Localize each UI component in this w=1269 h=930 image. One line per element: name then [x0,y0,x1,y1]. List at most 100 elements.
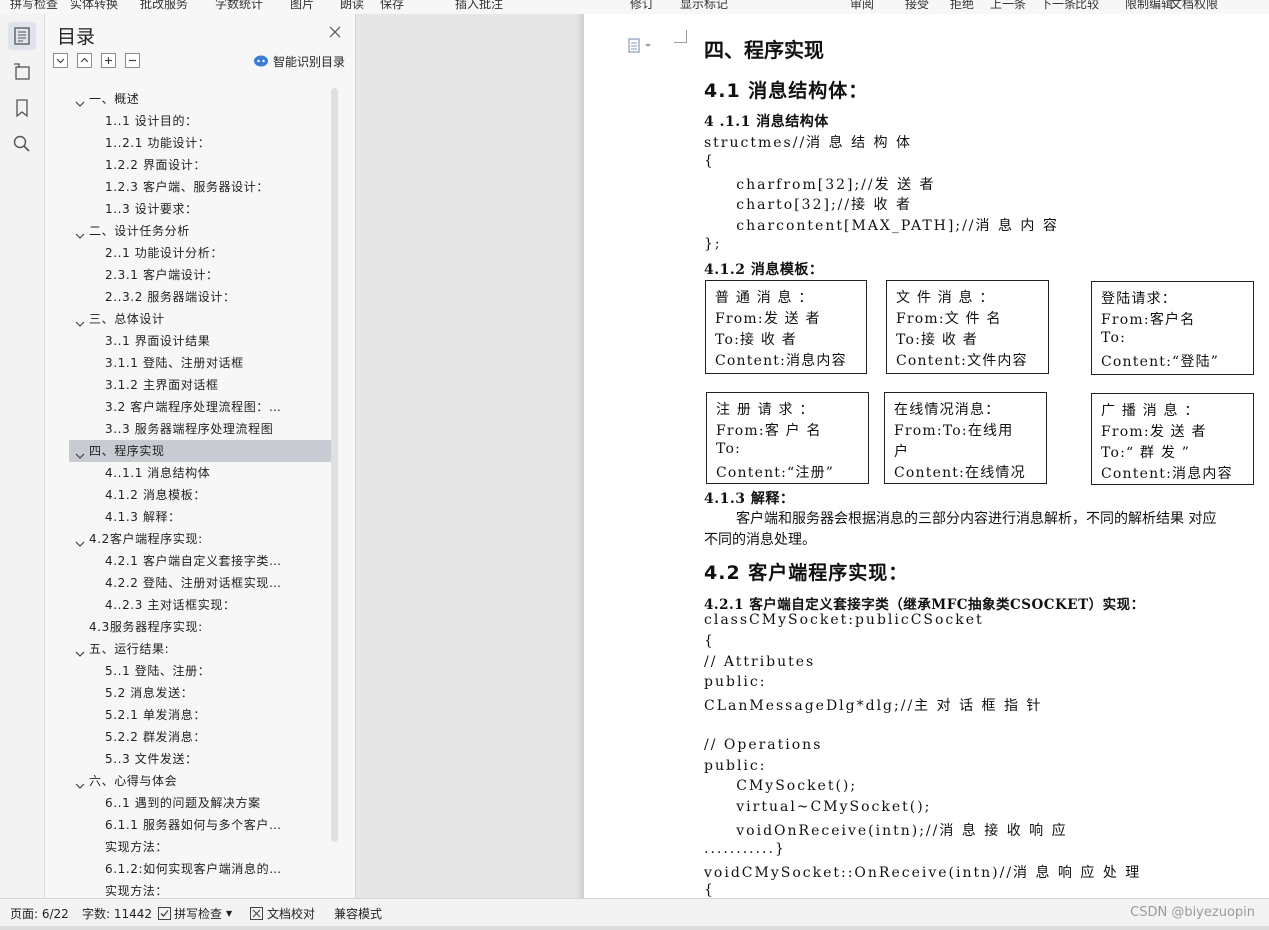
toc-item[interactable]: 6..1 遇到的问题及解决方案 [69,792,331,814]
smart-toc-button[interactable]: 智能识别目录 [253,52,345,70]
expand-icon[interactable] [77,53,92,68]
chevron-down-icon[interactable] [75,534,85,547]
toolbar-fragment[interactable]: 上一条 [990,0,1026,12]
word-count[interactable]: 字数: 11442 [82,905,152,922]
toc-item[interactable]: 4.2.1 客户端自定义套接字类… [69,550,331,572]
toc-item[interactable]: 4.1.3 解释： [69,506,331,528]
toc-item[interactable]: 4.2客户端程序实现: [69,528,331,550]
chevron-down-icon[interactable] [75,94,85,107]
toc-item-label: 4.2客户端程序实现: [89,532,203,546]
subheading-4-1-2: 4.1.2 消息模板： [704,262,824,278]
toc-item[interactable]: 1.2.2 界面设计： [69,154,331,176]
toc-item[interactable]: 2..1 功能设计分析： [69,242,331,264]
collapse-icon[interactable] [53,53,68,68]
plus-icon[interactable] [101,53,116,68]
toc-item-label: 4..2.3 主对话框实现： [105,598,236,612]
toc-item[interactable]: 5..1 登陆、注册： [69,660,331,682]
toolbar-fragment[interactable]: 比较 [1075,0,1099,12]
toolbar-fragment[interactable]: 接受 [905,0,929,12]
toc-item[interactable]: 5.2 消息发送： [69,682,331,704]
toc-item[interactable]: 4.1.2 消息模板： [69,484,331,506]
toc-item[interactable]: 五、运行结果: [69,638,331,660]
toc-item[interactable]: 一、概述 [69,88,331,110]
close-icon[interactable] [327,24,343,40]
toc-item[interactable]: 1..3 设计要求： [69,198,331,220]
box-line: Content:在线情况 [894,465,1026,481]
toolbar-fragment[interactable]: 审阅 [850,0,874,12]
toc-item[interactable]: 实现方法： [69,836,331,858]
search-icon[interactable] [8,130,36,158]
toc-item[interactable]: 3..3 服务器端程序处理流程图 [69,418,331,440]
chevron-down-icon[interactable] [75,226,85,239]
toc-icon[interactable] [8,22,36,50]
bookmark-icon[interactable] [8,94,36,122]
toc-item[interactable]: 3.2 客户端程序处理流程图：… [69,396,331,418]
code-line: public: [704,757,767,774]
toc-item[interactable]: 5.2.1 单发消息： [69,704,331,726]
toc-item[interactable]: 4..2.3 主对话框实现： [69,594,331,616]
spell-check-button[interactable]: 拼写检查 ▼ [158,905,232,922]
toc-item-label: 2.3.1 客户端设计： [105,268,219,282]
minus-icon[interactable] [125,53,140,68]
box-line: 户 [894,444,910,460]
toolbar-fragment[interactable]: 文档权限 [1170,0,1218,12]
outline-icon[interactable] [8,58,36,86]
toolbar-fragment[interactable]: 保存 [380,0,404,12]
doc-menu-icon[interactable] [628,38,656,54]
message-template-box: 登陆请求： From:客户名 To: Content:“登陆” [1091,281,1254,375]
toolbar-fragment[interactable]: 下一条 [1040,0,1076,12]
message-template-box: 注 册 请 求 ： From:客 户 名 To: Content:“注册” [706,392,869,484]
code-line: charfrom[32];//发 送 者 [704,176,936,193]
toc-item[interactable]: 二、设计任务分析 [69,220,331,242]
page-indicator[interactable]: 页面: 6/22 [10,905,69,922]
toolbar-fragment[interactable]: 拼写检查 [10,0,58,12]
toolbar-fragment[interactable]: 朗读 [340,0,364,12]
toolbar-fragment[interactable]: 实体转换 [70,0,118,12]
toc-item[interactable]: 3.1.2 主界面对话框 [69,374,331,396]
toolbar-fragment[interactable]: 显示标记 [680,0,728,12]
subheading-4-2-1: 4.2.1 客户端自定义套接字类（继承MFC抽象类CSOCKET）实现： [704,597,1145,613]
chevron-down-icon[interactable] [75,314,85,327]
toc-item[interactable]: 实现方法： [69,880,331,896]
toc-item[interactable]: 3.1.1 登陆、注册对话框 [69,352,331,374]
toc-item[interactable]: 6.1.2:如何实现客户端消息的… [69,858,331,880]
document-page: 四、程序实现 4.1 消息结构体： 4 .1.1 消息结构体 structmes… [584,14,1269,898]
box-line: From:To:在线用 [894,423,1014,439]
chevron-down-icon[interactable] [75,776,85,789]
toc-item[interactable]: 2..3.2 服务器端设计： [69,286,331,308]
box-line: To:“ 群 发 ” [1101,445,1191,461]
box-line: To: [1101,330,1126,346]
status-bar: 页面: 6/22 字数: 11442 拼写检查 ▼ 文档校对 兼容模式 CSDN… [0,898,1269,927]
toc-item[interactable]: 1..2.1 功能设计： [69,132,331,154]
toolbar-fragment[interactable]: 修订 [630,0,654,12]
toc-item[interactable]: 6.1.1 服务器如何与多个客户… [69,814,331,836]
toc-item[interactable]: 1..1 设计目的： [69,110,331,132]
toolbar-fragment[interactable]: 插入批注 [455,0,503,12]
toolbar-fragment[interactable]: 拒绝 [950,0,974,12]
toc-item[interactable]: 六、心得与体会 [69,770,331,792]
toc-item-label: 1..1 设计目的： [105,114,198,128]
toc-item[interactable]: 2.3.1 客户端设计： [69,264,331,286]
toc-item[interactable]: 1.2.3 客户端、服务器设计： [69,176,331,198]
proofread-label: 文档校对 [267,907,316,921]
toc-item[interactable]: 4.3服务器程序实现: [69,616,331,638]
toc-scrollbar[interactable] [331,88,338,842]
toolbar-fragment[interactable]: 批改服务 [140,0,188,12]
chevron-down-icon[interactable] [75,446,85,459]
toc-item[interactable]: 3..1 界面设计结果 [69,330,331,352]
toc-item-label: 3..1 界面设计结果 [105,334,211,348]
code-line: virtual~CMySocket(); [704,799,932,816]
toc-item[interactable]: 5.2.2 群发消息： [69,726,331,748]
toc-item[interactable]: 4.2.2 登陆、注册对话框实现… [69,572,331,594]
page-shadow [576,14,584,898]
toc-item[interactable]: 5..3 文件发送： [69,748,331,770]
toc-item[interactable]: 4..1.1 消息结构体 [69,462,331,484]
chevron-down-icon[interactable] [75,644,85,657]
toc-item[interactable]: 三、总体设计 [69,308,331,330]
toolbar-fragment[interactable]: 图片 [290,0,314,12]
toolbar-fragment[interactable]: 字数统计 [215,0,263,12]
toolbar-fragment[interactable]: 限制编辑 [1125,0,1173,12]
proofread-button[interactable]: 文档校对 [250,905,315,922]
toc-item-label: 1.2.2 界面设计： [105,158,206,172]
toc-item[interactable]: 四、程序实现 [69,440,331,462]
